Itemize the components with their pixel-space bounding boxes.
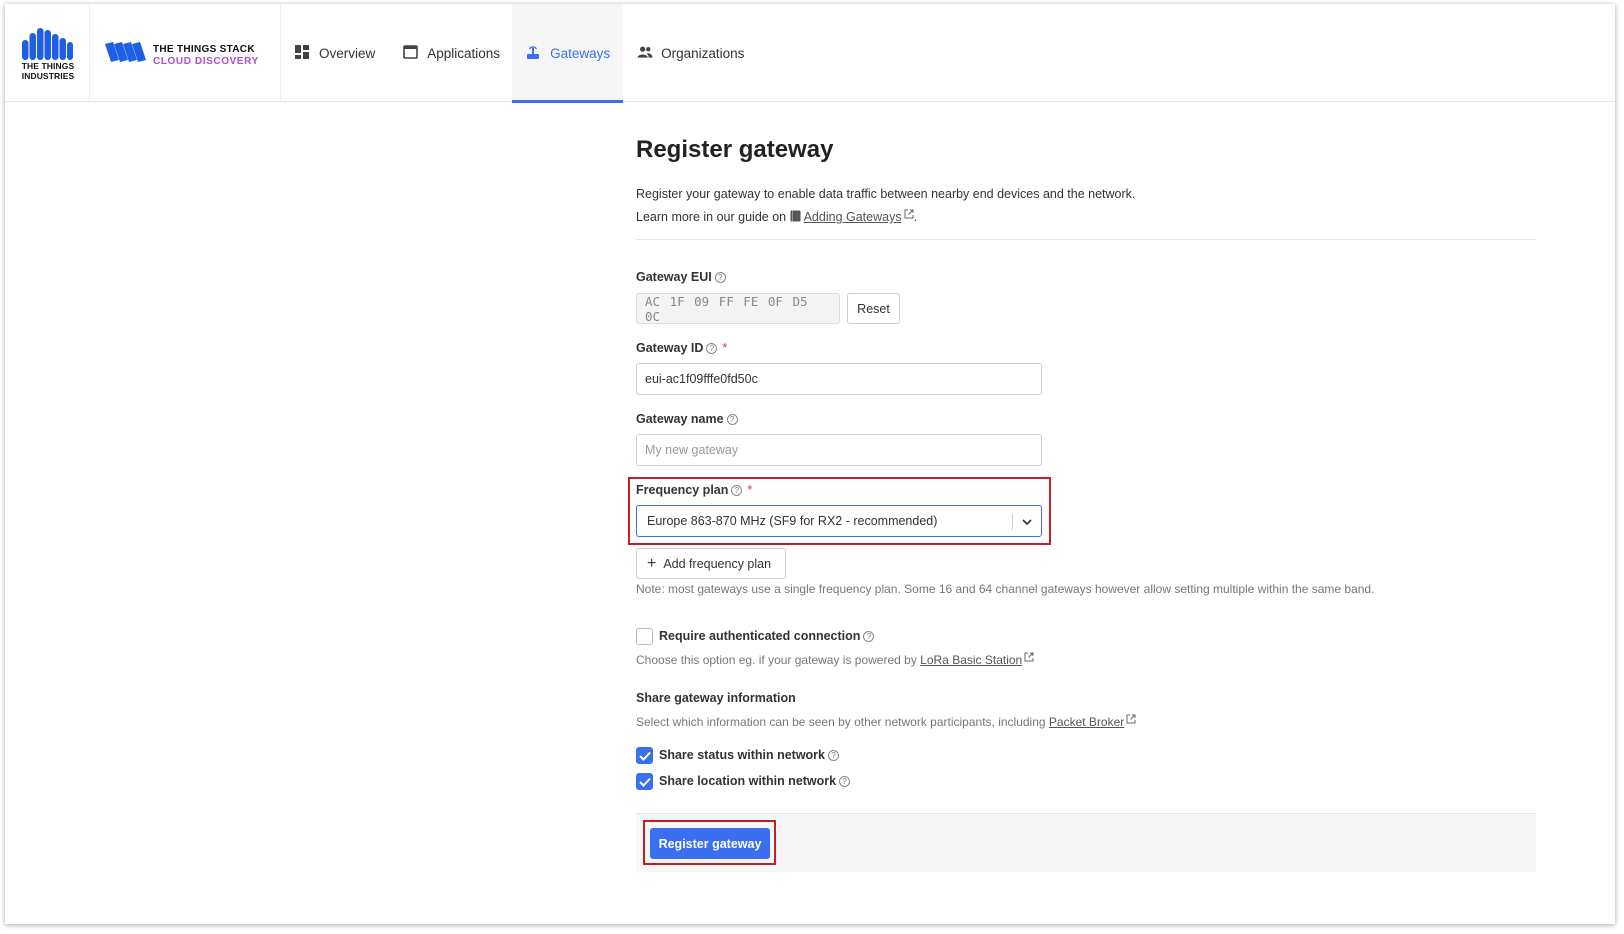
top-header: THE THINGS INDUSTRIES THE THINGS STACK C…	[5, 4, 1615, 103]
checkmark-icon	[638, 751, 651, 761]
share-info-note: Select which information can be seen by …	[636, 714, 1136, 729]
gateway-name-input[interactable]	[636, 434, 1042, 466]
nav-applications[interactable]: Applications	[387, 4, 512, 102]
share-info-heading: Share gateway information	[636, 691, 796, 705]
help-icon[interactable]: ?	[828, 749, 840, 761]
help-icon[interactable]: ?	[706, 342, 718, 354]
share-location-label[interactable]: Share location within network ?	[659, 774, 851, 788]
share-status-checkbox[interactable]	[636, 747, 653, 764]
checkmark-icon	[638, 777, 651, 787]
nav-overview[interactable]: Overview	[281, 4, 387, 102]
app-window: THE THINGS INDUSTRIES THE THINGS STACK C…	[5, 4, 1615, 924]
section-divider	[636, 239, 1536, 240]
organization-icon	[637, 45, 653, 61]
stack-logo-subtitle: CLOUD DISCOVERY	[153, 56, 259, 67]
book-icon	[790, 210, 801, 222]
tti-logo-icon	[22, 28, 73, 60]
stack-logo[interactable]: THE THINGS STACK CLOUD DISCOVERY	[91, 4, 281, 101]
stack-logo-title: THE THINGS STACK	[153, 44, 255, 55]
share-location-checkbox[interactable]	[636, 773, 653, 790]
lora-basic-station-link[interactable]: LoRa Basic Station	[920, 653, 1022, 667]
require-auth-checkbox[interactable]	[636, 628, 653, 645]
required-asterisk: *	[722, 341, 728, 355]
nav-organizations-label: Organizations	[661, 45, 745, 61]
external-link-icon	[1126, 714, 1136, 724]
plus-icon: +	[647, 554, 657, 572]
frequency-plan-value: Europe 863-870 MHz (SF9 for RX2 - recomm…	[647, 514, 938, 528]
gateway-icon	[526, 45, 542, 61]
tti-logo-text: THE THINGS INDUSTRIES	[21, 61, 75, 81]
help-icon[interactable]: ?	[714, 271, 726, 283]
stack-logo-icon	[105, 42, 146, 62]
nav-organizations[interactable]: Organizations	[623, 4, 756, 102]
gateway-eui-label: Gateway EUI ?	[636, 270, 726, 284]
help-icon[interactable]: ?	[863, 630, 875, 642]
tti-logo[interactable]: THE THINGS INDUSTRIES	[5, 4, 90, 101]
packet-broker-link[interactable]: Packet Broker	[1049, 715, 1124, 729]
reset-button[interactable]: Reset	[847, 293, 900, 324]
select-separator	[1012, 514, 1013, 530]
nav-overview-label: Overview	[319, 45, 376, 61]
help-icon[interactable]: ?	[731, 484, 743, 496]
form-footer: Register gateway	[636, 813, 1536, 872]
page-title: Register gateway	[636, 136, 834, 163]
help-icon[interactable]: ?	[839, 775, 851, 787]
require-auth-label[interactable]: Require authenticated connection ?	[659, 629, 875, 643]
frequency-plan-note: Note: most gateways use a single frequen…	[636, 582, 1375, 596]
add-frequency-plan-button[interactable]: + Add frequency plan	[636, 548, 786, 579]
gateway-id-label: Gateway ID ? *	[636, 341, 728, 355]
gateway-name-label: Gateway name ?	[636, 412, 738, 426]
main-nav: Overview Applications Gateways Organizat…	[281, 4, 756, 103]
help-icon[interactable]: ?	[726, 413, 738, 425]
nav-gateways-label: Gateways	[550, 45, 611, 61]
chevron-down-icon[interactable]	[1021, 516, 1033, 528]
nav-applications-label: Applications	[427, 45, 501, 61]
require-auth-note: Choose this option eg. if your gateway i…	[636, 652, 1034, 667]
adding-gateways-link[interactable]: Adding Gateways	[804, 210, 902, 224]
external-link-icon	[1024, 652, 1034, 662]
page-description: Register your gateway to enable data tra…	[636, 183, 1135, 229]
application-icon	[403, 45, 419, 61]
register-gateway-button[interactable]: Register gateway	[650, 828, 770, 859]
description-line-1: Register your gateway to enable data tra…	[636, 187, 1136, 201]
external-link-icon	[904, 209, 914, 219]
gateway-id-input[interactable]	[636, 363, 1042, 395]
required-asterisk: *	[747, 483, 753, 497]
nav-gateways[interactable]: Gateways	[512, 4, 624, 103]
frequency-plan-label: Frequency plan ? *	[636, 483, 753, 497]
frequency-plan-select[interactable]: Europe 863-870 MHz (SF9 for RX2 - recomm…	[636, 505, 1042, 537]
description-line-2: Learn more in our guide on Adding Gatewa…	[636, 209, 918, 224]
gateway-eui-field: AC 1F 09 FF FE 0F D5 0C	[636, 293, 840, 324]
dashboard-icon	[295, 45, 311, 61]
share-status-label[interactable]: Share status within network ?	[659, 748, 840, 762]
